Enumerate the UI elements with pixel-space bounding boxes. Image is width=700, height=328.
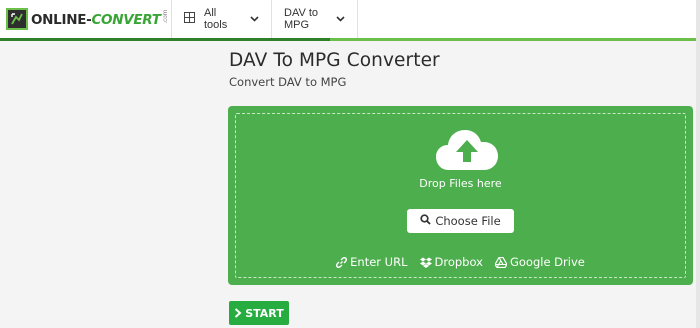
logo-text: ONLINE- CONVERT .com: [31, 10, 169, 28]
chevron-down-icon: [250, 13, 259, 25]
header-accent-bar: [0, 38, 700, 41]
dropbox-label: Dropbox: [434, 255, 483, 269]
logo-text-main: ONLINE-: [31, 11, 92, 28]
choose-file-label: Choose File: [435, 214, 501, 228]
grid-icon: [184, 12, 195, 26]
google-drive-link[interactable]: Google Drive: [494, 255, 585, 269]
logo-icon: [6, 8, 28, 30]
cloud-upload-icon: [435, 128, 499, 177]
page-subtitle: Convert DAV to MPG: [229, 75, 347, 89]
choose-file-button[interactable]: Choose File: [407, 209, 514, 233]
search-icon: [420, 214, 431, 228]
logo-text-accent: CONVERT: [91, 11, 161, 28]
enter-url-link[interactable]: Enter URL: [336, 255, 408, 269]
start-button[interactable]: START: [229, 301, 289, 325]
file-sources: Enter URL Dropbox Google Drive: [236, 255, 685, 269]
page-title: DAV To MPG Converter: [229, 50, 440, 71]
google-drive-icon: [494, 256, 507, 268]
page-scrollbar[interactable]: [696, 0, 700, 328]
dropbox-link[interactable]: Dropbox: [419, 255, 483, 269]
converter-label: DAV to MPG: [284, 7, 319, 31]
link-icon: [336, 256, 348, 268]
logo[interactable]: ONLINE- CONVERT .com: [0, 0, 172, 38]
file-dropzone[interactable]: Drop Files here Choose File Enter URL Dr…: [228, 106, 693, 285]
all-tools-label: All tools: [204, 7, 228, 31]
converter-menu[interactable]: DAV to MPG: [272, 0, 358, 38]
dropzone-border: Drop Files here Choose File Enter URL Dr…: [235, 113, 686, 278]
chevron-right-icon: [235, 308, 242, 318]
start-label: START: [245, 306, 284, 320]
top-header: ONLINE- CONVERT .com All tools DAV to MP…: [0, 0, 700, 38]
enter-url-label: Enter URL: [350, 255, 408, 269]
dropbox-icon: [419, 257, 432, 268]
logo-text-suffix: .com: [161, 10, 169, 24]
chevron-down-icon: [336, 13, 345, 25]
drop-files-text: Drop Files here: [419, 177, 502, 190]
google-drive-label: Google Drive: [509, 255, 585, 269]
all-tools-menu[interactable]: All tools: [172, 0, 272, 38]
